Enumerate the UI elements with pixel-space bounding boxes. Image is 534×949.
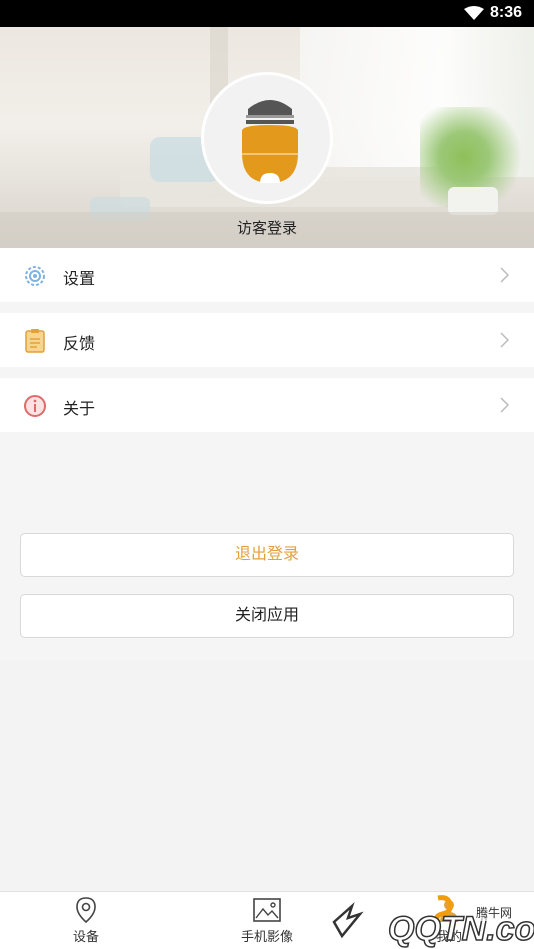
action-area: 退出登录 关闭应用 [0, 512, 534, 660]
settings-icon [25, 266, 45, 286]
chevron-right-icon [500, 397, 510, 413]
logout-button[interactable]: 退出登录 [20, 533, 514, 577]
menu-item-feedback[interactable]: 反馈 [0, 313, 534, 367]
close-app-button[interactable]: 关闭应用 [20, 594, 514, 638]
wifi-icon [464, 6, 484, 20]
chevron-right-icon [500, 267, 510, 283]
tab-label: 手机影像 [240, 929, 293, 944]
about-icon [24, 395, 46, 417]
menu-item-about[interactable]: 关于 [0, 378, 534, 432]
menu-item-label: 关于 [63, 401, 96, 418]
empty-area [0, 660, 534, 891]
tab-phone-images[interactable]: 手机影像 [207, 896, 327, 945]
chevron-right-icon [500, 332, 510, 348]
guest-login-label[interactable]: 访客登录 [0, 217, 534, 238]
menu-item-settings[interactable]: 设置 [0, 248, 534, 302]
image-icon [253, 898, 281, 922]
feedback-icon [25, 329, 45, 353]
svg-text:QQTN.com: QQTN.com [388, 910, 534, 948]
location-pin-icon [76, 897, 96, 924]
avatar[interactable] [201, 72, 333, 204]
status-time: 8:36 [489, 4, 522, 21]
menu-item-label: 反馈 [63, 336, 96, 353]
menu-item-label: 设置 [63, 271, 96, 288]
watermark-text: 腾牛网 [476, 904, 513, 921]
status-bar: 8:36 [0, 0, 534, 27]
qqtn-watermark: QQTN.com 腾牛网 [330, 892, 534, 949]
lightbulb-device-icon [242, 100, 298, 183]
tab-devices[interactable]: 设备 [26, 896, 146, 945]
tab-label: 设备 [72, 929, 99, 944]
